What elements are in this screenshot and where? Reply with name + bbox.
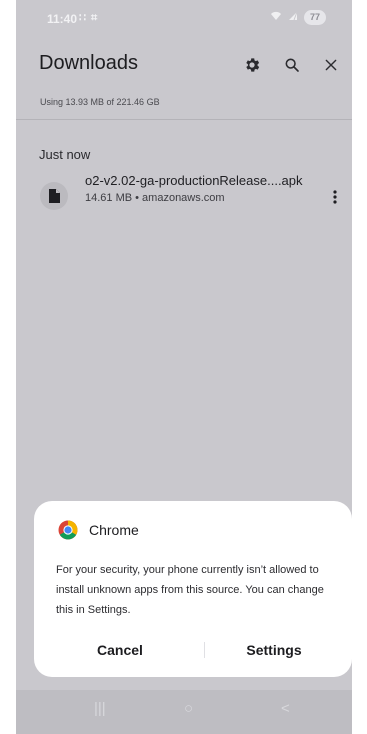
page-title: Downloads: [39, 52, 138, 74]
storage-usage: Using 13.93 MB of 221.46 GB: [40, 97, 160, 107]
dialog-actions: Cancel Settings: [34, 636, 352, 664]
cancel-button[interactable]: Cancel: [72, 636, 168, 664]
search-icon[interactable]: [279, 52, 305, 78]
file-meta: 14.61 MB • amazonaws.com: [85, 192, 225, 204]
battery-icon: 77: [304, 10, 326, 25]
status-bar: 11:40 ∷ ⌗ 77: [16, 0, 352, 34]
navigation-bar: ||| ○ <: [16, 690, 352, 734]
app-bar: Downloads: [16, 46, 352, 86]
install-blocked-dialog: Chrome For your security, your phone cur…: [34, 501, 352, 677]
dialog-message: For your security, your phone currently …: [56, 564, 324, 616]
signal-icon: [288, 11, 298, 24]
more-vert-icon[interactable]: [328, 186, 342, 208]
notification-icons: ∷ ⌗: [79, 12, 99, 24]
home-icon[interactable]: ○: [184, 700, 193, 717]
download-item[interactable]: o2-v2.02-ga-productionRelease....apk 14.…: [16, 172, 352, 220]
phone-screen: 11:40 ∷ ⌗ 77 Downloads Using 13.93 MB of…: [16, 0, 352, 734]
dialog-header: Chrome: [58, 520, 139, 540]
dialog-title: Chrome: [89, 522, 139, 538]
settings-icon[interactable]: [239, 52, 265, 78]
file-name: o2-v2.02-ga-productionRelease....apk: [85, 173, 303, 188]
close-icon[interactable]: [318, 52, 344, 78]
status-time: 11:40: [47, 12, 78, 26]
chrome-icon: [58, 520, 78, 540]
recent-apps-icon[interactable]: |||: [94, 700, 106, 717]
wifi-icon: [270, 11, 282, 24]
back-icon[interactable]: <: [281, 700, 290, 717]
button-divider: [204, 642, 205, 658]
divider: [16, 119, 352, 120]
settings-button[interactable]: Settings: [224, 636, 324, 664]
status-right: 77: [270, 10, 326, 25]
section-header: Just now: [39, 147, 91, 162]
file-icon: [40, 182, 68, 210]
